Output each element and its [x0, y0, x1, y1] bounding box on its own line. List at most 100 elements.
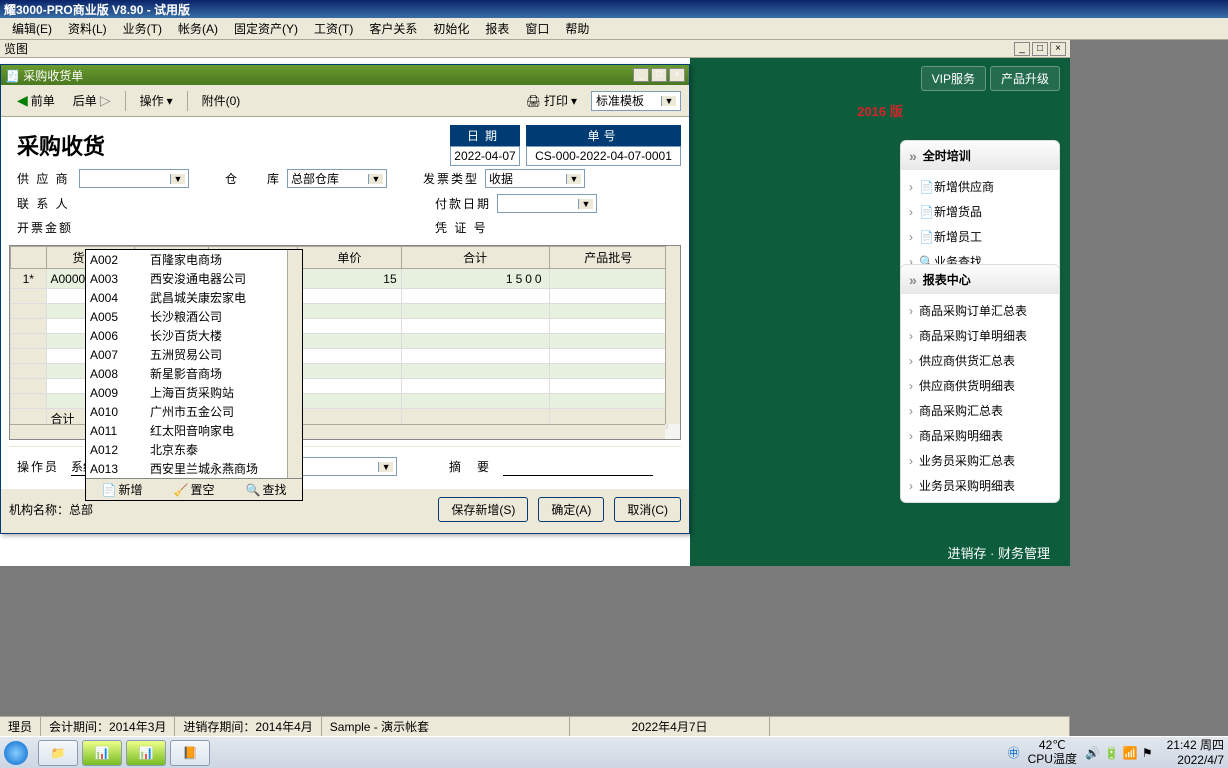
menu-report[interactable]: 报表	[477, 18, 517, 39]
dropdown-item[interactable]: A003西安浚通电器公司	[86, 269, 302, 288]
training-card: 全时培训 📄新增供应商 📄新增货品 📄新增员工 🔍业务查找	[900, 140, 1060, 279]
dropdown-item[interactable]: A007五洲贸易公司	[86, 345, 302, 364]
dropdown-item[interactable]: A005长沙粮酒公司	[86, 307, 302, 326]
dlg-min-button[interactable]: _	[633, 68, 649, 82]
system-tray: ㊥ 42℃ CPU温度 🔊 🔋 📶 ⚑ 21:42 周四 2022/4/7	[1008, 738, 1224, 767]
report-card: 报表中心 商品采购订单汇总表商品采购订单明细表供应商供货汇总表供应商供货明细表商…	[900, 264, 1060, 503]
paydate-label: 付款日期	[435, 195, 491, 212]
upgrade-button[interactable]: 产品升级	[990, 66, 1060, 91]
report-link[interactable]: 商品采购明细表	[901, 423, 1059, 448]
warehouse-label: 仓 库	[225, 170, 281, 187]
report-link[interactable]: 商品采购汇总表	[901, 398, 1059, 423]
dp-clear-button[interactable]: 🧹 置空	[174, 481, 215, 498]
save-new-button[interactable]: 保存新增(S)	[438, 497, 528, 522]
tray-icon[interactable]: 📶	[1123, 746, 1138, 760]
print-button[interactable]: 🖨 打印 ▾	[518, 89, 585, 112]
link-add-supplier[interactable]: 📄新增供应商	[901, 174, 1059, 199]
start-button[interactable]	[4, 741, 28, 765]
cpu-label: CPU温度	[1028, 753, 1077, 766]
no-value[interactable]: CS-000-2022-04-07-0001	[526, 146, 681, 166]
dialog-title-bar[interactable]: 🧾 采购收货单 _ □ ×	[1, 65, 689, 85]
dropdown-item[interactable]: A002百隆家电商场	[86, 250, 302, 269]
close-button[interactable]: ×	[1050, 42, 1066, 56]
tray-icon[interactable]: 🔋	[1104, 746, 1119, 760]
template-select[interactable]: 标准模板▼	[591, 91, 681, 111]
menu-data[interactable]: 资料(L)	[60, 18, 115, 39]
supplier-label: 供 应 商	[17, 170, 73, 187]
task-ppt[interactable]: 📙	[170, 740, 210, 766]
dropdown-item[interactable]: A008新星影音商场	[86, 364, 302, 383]
dropdown-item[interactable]: A009上海百货采购站	[86, 383, 302, 402]
status-date: 2022年4月7日	[570, 717, 770, 736]
status-sample: Sample - 演示帐套	[322, 717, 570, 736]
status-period: 会计期间：2014年3月	[41, 717, 175, 736]
date-value[interactable]: 2022-04-07	[450, 146, 520, 166]
menu-crm[interactable]: 客户关系	[361, 18, 425, 39]
report-link[interactable]: 供应商供货汇总表	[901, 348, 1059, 373]
dropdown-item[interactable]: A012北京东泰	[86, 440, 302, 459]
task-app2[interactable]: 📊	[126, 740, 166, 766]
mdi-title: 览图	[4, 40, 28, 57]
invoice-amount-label: 开票金额	[17, 219, 73, 236]
report-header: 报表中心	[901, 265, 1059, 294]
task-app1[interactable]: 📊	[82, 740, 122, 766]
voucher-label: 凭 证 号	[435, 219, 491, 236]
prev-bill-button[interactable]: ◀前单	[9, 89, 63, 112]
tray-icon[interactable]: 🔊	[1085, 746, 1100, 760]
status-role: 理员	[0, 717, 41, 736]
report-link[interactable]: 商品采购订单汇总表	[901, 298, 1059, 323]
sales-input[interactable]: ▼	[297, 457, 397, 476]
dropdown-item[interactable]: A004武昌城关康宏家电	[86, 288, 302, 307]
invoice-type-input[interactable]: 收据▼	[485, 169, 585, 188]
grid-vscroll[interactable]	[665, 246, 680, 424]
invoice-type-label: 发票类型	[423, 170, 479, 187]
menu-edit[interactable]: 编辑(E)	[4, 18, 60, 39]
dlg-max-button[interactable]: □	[651, 68, 667, 82]
supplier-dropdown[interactable]: A002百隆家电商场A003西安浚通电器公司A004武昌城关康宏家电A005长沙…	[85, 249, 303, 501]
link-add-product[interactable]: 📄新增货品	[901, 199, 1059, 224]
minimize-button[interactable]: _	[1014, 42, 1030, 56]
paydate-input[interactable]: ▼	[497, 194, 597, 213]
report-link[interactable]: 业务员采购明细表	[901, 473, 1059, 498]
summary-input[interactable]	[503, 458, 653, 476]
maximize-button[interactable]: □	[1032, 42, 1048, 56]
menu-window[interactable]: 窗口	[517, 18, 557, 39]
contact-label: 联 系 人	[17, 195, 73, 212]
menu-init[interactable]: 初始化	[425, 18, 477, 39]
report-link[interactable]: 供应商供货明细表	[901, 373, 1059, 398]
report-link[interactable]: 商品采购订单明细表	[901, 323, 1059, 348]
dialog-toolbar: ◀前单 后单▷ 操作 ▾ 附件(0) 🖨 打印 ▾ 标准模板▼	[1, 85, 689, 117]
dp-add-button[interactable]: 📄 新增	[102, 481, 143, 498]
menu-help[interactable]: 帮助	[557, 18, 597, 39]
tray-ime-icon[interactable]: ㊥	[1008, 744, 1020, 761]
link-add-staff[interactable]: 📄新增员工	[901, 224, 1059, 249]
menu-biz[interactable]: 业务(T)	[115, 18, 170, 39]
supplier-input[interactable]: ▼	[79, 169, 189, 188]
menu-salary[interactable]: 工资(T)	[306, 18, 361, 39]
menu-asset[interactable]: 固定资产(Y)	[226, 18, 306, 39]
dropdown-item[interactable]: A013西安里兰城永燕商场	[86, 459, 302, 478]
form-title: 采购收货	[9, 125, 113, 165]
tray-icon[interactable]: ⚑	[1142, 746, 1153, 760]
cancel-button[interactable]: 取消(C)	[614, 497, 681, 522]
training-header: 全时培训	[901, 141, 1059, 170]
report-link[interactable]: 业务员采购汇总表	[901, 448, 1059, 473]
next-bill-button[interactable]: 后单▷	[65, 89, 119, 112]
dropdown-item[interactable]: A006长沙百货大楼	[86, 326, 302, 345]
dropdown-item[interactable]: A011红太阳音响家电	[86, 421, 302, 440]
taskbar: 📁 📊 📊 📙 ㊥ 42℃ CPU温度 🔊 🔋 📶 ⚑ 21:42 周四 202…	[0, 736, 1228, 768]
vip-button[interactable]: VIP服务	[921, 66, 986, 91]
dlg-close-button[interactable]: ×	[669, 68, 685, 82]
ok-button[interactable]: 确定(A)	[538, 497, 604, 522]
task-explorer[interactable]: 📁	[38, 740, 78, 766]
org-label: 机构名称：总部	[9, 501, 93, 518]
clock[interactable]: 21:42 周四 2022/4/7	[1167, 738, 1224, 767]
warehouse-input[interactable]: 总部仓库▼	[287, 169, 387, 188]
dropdown-item[interactable]: A010广州市五金公司	[86, 402, 302, 421]
no-header: 单号	[526, 125, 681, 146]
dp-find-button[interactable]: 🔍 查找	[246, 481, 287, 498]
attach-button[interactable]: 附件(0)	[194, 89, 249, 112]
operation-button[interactable]: 操作 ▾	[132, 89, 181, 112]
dropdown-scroll[interactable]	[287, 250, 302, 478]
menu-account[interactable]: 帐务(A)	[170, 18, 226, 39]
